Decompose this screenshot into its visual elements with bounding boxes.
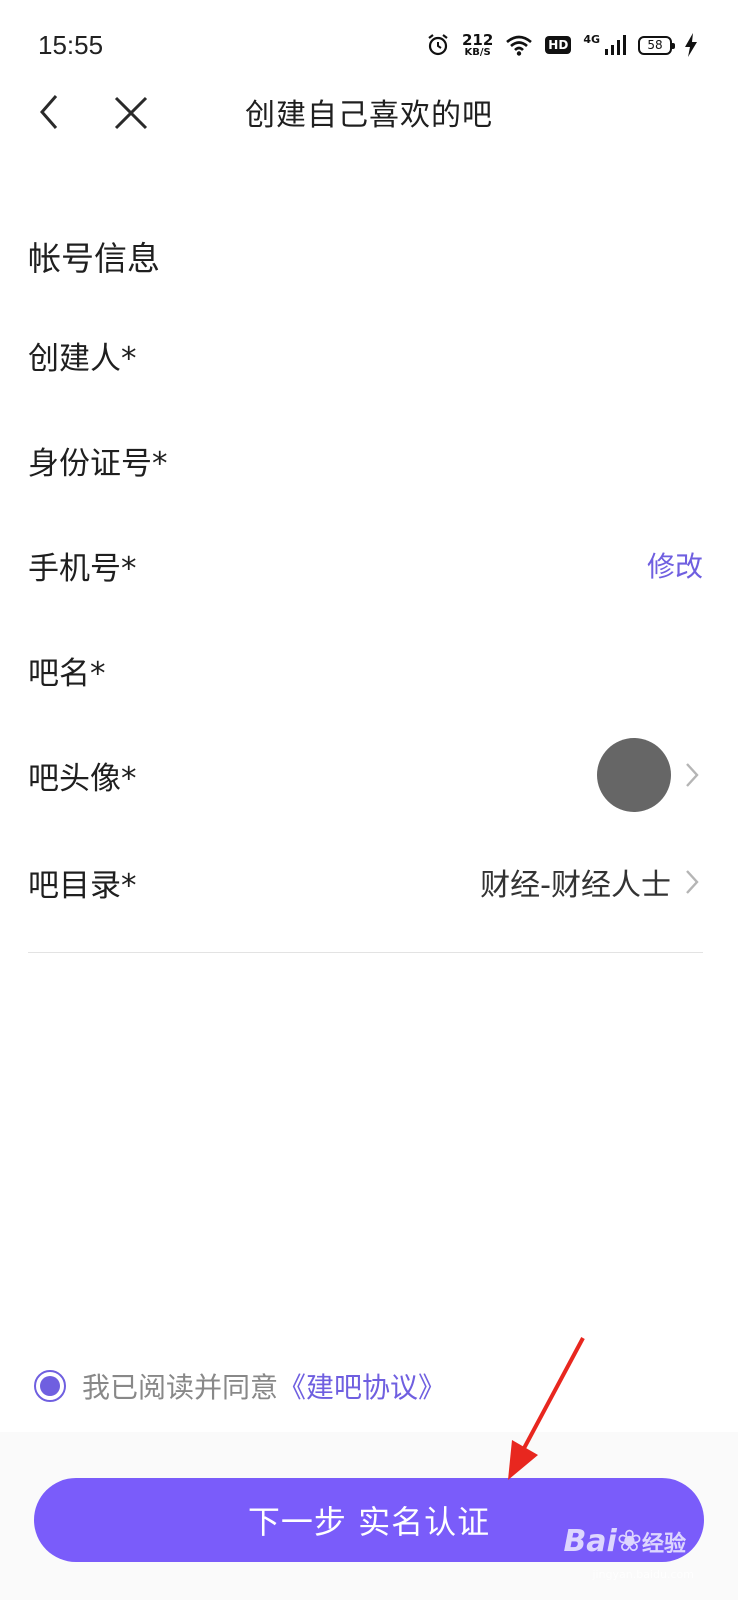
id-number-label: 身份证号* xyxy=(28,445,168,482)
status-bar: 15:55 212 KB/S HD 4G 58 xyxy=(0,0,738,90)
lightning-icon xyxy=(685,33,697,57)
id-number-row[interactable]: 身份证号* xyxy=(28,430,703,490)
bar-avatar-image[interactable] xyxy=(597,738,671,812)
agreement-link[interactable]: 《建吧协议》 xyxy=(278,1366,446,1406)
battery-level: 58 xyxy=(647,38,663,52)
battery-indicator: 58 xyxy=(638,35,675,55)
section-title: 帐号信息 xyxy=(28,239,160,278)
bar-catalog-row[interactable]: 吧目录* 财经-财经人士 xyxy=(28,852,703,912)
alarm-icon xyxy=(428,34,448,56)
agreement-row: 我已阅读并同意 《建吧协议》 xyxy=(34,1366,446,1406)
bar-avatar-row[interactable]: 吧头像* xyxy=(28,738,703,812)
bar-avatar-value xyxy=(597,738,703,812)
phone-label: 手机号* xyxy=(28,550,137,587)
creator-row[interactable]: 创建人* xyxy=(28,325,703,385)
creator-label: 创建人* xyxy=(28,340,137,377)
status-icons: 212 KB/S HD 4G 58 xyxy=(426,28,698,62)
hd-badge: HD xyxy=(545,36,572,54)
agreement-text: 我已阅读并同意 xyxy=(82,1371,279,1404)
paw-icon: ❀ xyxy=(616,1524,642,1559)
baidu-watermark: Bai❀经验 xyxy=(563,1524,686,1559)
network-speed: 212 KB/S xyxy=(461,30,494,58)
edit-phone-link[interactable]: 修改 xyxy=(647,545,703,585)
watermark-url: jingyan.baidu.com xyxy=(592,1568,694,1581)
status-time: 15:55 xyxy=(38,30,104,60)
speed-unit: KB/S xyxy=(464,46,491,58)
network-type: 4G xyxy=(583,32,600,46)
bar-name-label: 吧名* xyxy=(28,655,106,692)
signal-icon xyxy=(605,35,626,55)
divider xyxy=(28,952,703,953)
agreement-radio[interactable] xyxy=(34,1370,66,1402)
chevron-right-icon xyxy=(686,870,699,894)
watermark-brand: Bai xyxy=(563,1524,617,1559)
navigation-bar: 创建自己喜欢的吧 xyxy=(0,80,738,142)
wifi-icon xyxy=(506,35,533,56)
speed-value: 212 xyxy=(461,30,494,49)
bar-catalog-value-wrap: 财经-财经人士 xyxy=(480,860,703,904)
bar-avatar-label: 吧头像* xyxy=(28,760,137,797)
page-title: 创建自己喜欢的吧 xyxy=(245,98,493,133)
chevron-right-icon xyxy=(686,763,699,787)
bar-name-row[interactable]: 吧名* xyxy=(28,640,703,700)
watermark-brand-tail: 经验 xyxy=(641,1532,686,1557)
bar-catalog-label: 吧目录* xyxy=(28,867,137,904)
phone-row: 手机号* 修改 xyxy=(28,535,703,595)
bar-catalog-value: 财经-财经人士 xyxy=(480,868,671,903)
